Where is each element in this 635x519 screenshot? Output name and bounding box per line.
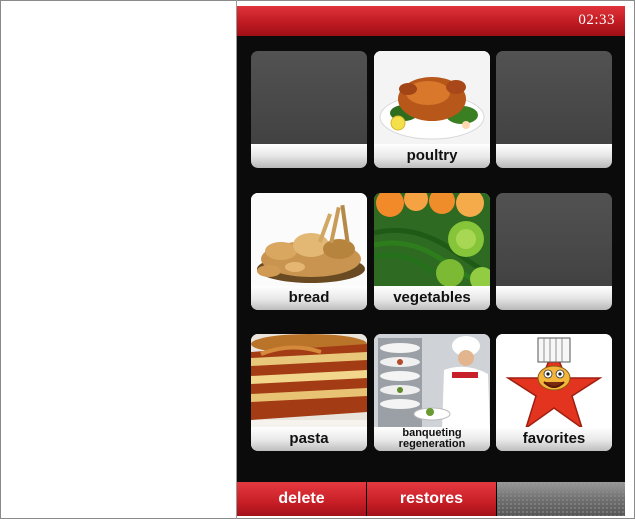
tile-banqueting-regeneration[interactable]: banqueting regeneration [374, 334, 490, 451]
tile-label: poultry [374, 144, 490, 168]
tile-label: vegetables [374, 286, 490, 310]
tile-poultry[interactable]: poultry [374, 51, 490, 168]
status-bar: 02:33 [237, 6, 625, 37]
tile-label: pasta [251, 427, 367, 451]
delete-button[interactable]: delete [237, 482, 366, 516]
chef-star-icon [496, 334, 612, 431]
restores-button[interactable]: restores [367, 482, 496, 516]
tile-label [251, 144, 367, 168]
tile-label-line2: regeneration [398, 438, 466, 450]
roast-chicken-photo [374, 51, 490, 148]
tile-empty-1[interactable] [251, 51, 367, 168]
bread-basket-photo [251, 193, 367, 290]
clock: 02:33 [578, 12, 615, 28]
lasagna-photo [251, 334, 367, 431]
tile-pasta[interactable]: pasta [251, 334, 367, 451]
vegetables-photo [374, 193, 490, 290]
category-grid: poultry bread vegetables pasta banquetin… [237, 36, 625, 482]
tile-vegetables[interactable]: vegetables [374, 193, 490, 310]
disabled-button [497, 482, 625, 516]
tile-label [496, 144, 612, 168]
tile-label: banqueting regeneration [374, 427, 490, 451]
action-bar: delete restores [237, 482, 625, 516]
tile-bread[interactable]: bread [251, 193, 367, 310]
tile-empty-2[interactable] [496, 51, 612, 168]
dot-texture [497, 482, 625, 516]
tile-label [496, 286, 612, 310]
tile-label: favorites [496, 427, 612, 451]
tile-empty-3[interactable] [496, 193, 612, 310]
tile-label: bread [251, 286, 367, 310]
device-screen: 02:33 poultry bread vegetables pasta ban… [237, 6, 625, 516]
tile-favorites[interactable]: favorites [496, 334, 612, 451]
chef-plates-photo [374, 334, 490, 431]
